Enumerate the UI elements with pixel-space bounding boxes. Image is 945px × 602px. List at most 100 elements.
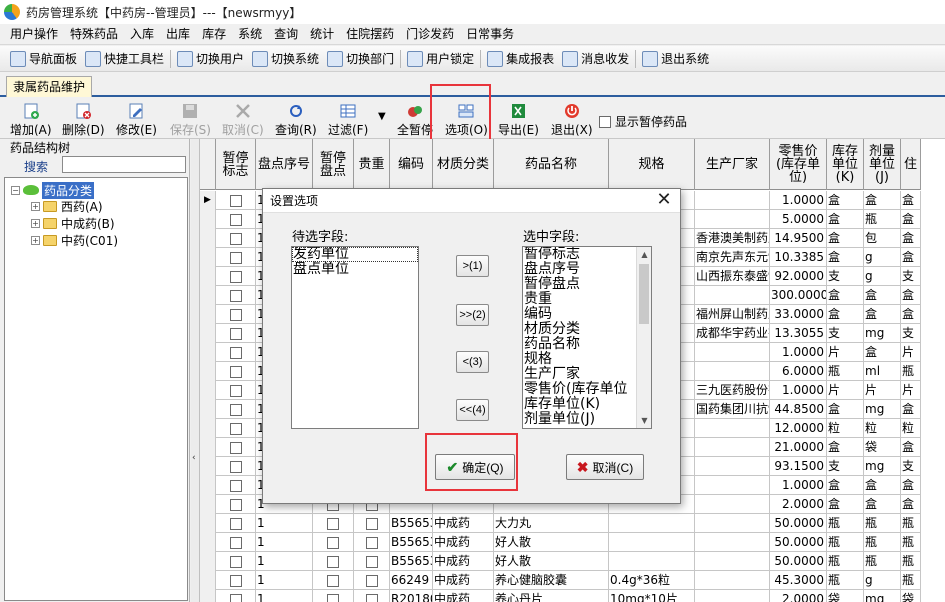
selected-list-scrollbar[interactable]: ▲ ▼ [636,247,651,428]
cell-price[interactable]: 45.3000 [770,571,827,590]
menu-special-drugs[interactable]: 特殊药品 [64,24,124,45]
cell-seq[interactable]: 1 [256,590,313,602]
show-suspended-checkbox[interactable]: 显示暂停药品 [599,113,687,130]
row-indicator[interactable] [200,571,216,590]
cell-z[interactable]: 盒 [901,305,921,324]
cell-price[interactable]: 13.3055 [770,324,827,343]
cell-dose[interactable]: 粒 [864,419,901,438]
cell-seq[interactable]: 1 [256,571,313,590]
cell-price[interactable]: 1.0000 [770,343,827,362]
table-row[interactable]: 1B556535中成药好人散50.0000瓶瓶瓶 [200,533,921,552]
cell-cat[interactable]: 中成药 [433,571,494,590]
column-header[interactable]: 药品名称 [494,139,609,190]
menu-inpatient-dispense[interactable]: 住院摆药 [340,24,400,45]
row-indicator[interactable] [200,210,216,229]
cell-z[interactable]: 盒 [901,400,921,419]
list-item[interactable]: 发药单位 [292,247,418,262]
cell-unit[interactable]: 盒 [827,305,864,324]
suspend-flag-checkbox[interactable] [216,400,256,419]
cell-price[interactable]: 10.3385 [770,248,827,267]
cell-z[interactable]: 瓶 [901,514,921,533]
switch-user-button[interactable]: 切换用户 [173,48,248,70]
suspend-flag-checkbox[interactable] [216,457,256,476]
cell-mfr[interactable] [695,210,770,229]
filter-dropdown-arrow[interactable]: ▼ [378,111,386,122]
cell-z[interactable]: 瓶 [901,362,921,381]
cell-price[interactable]: 33.0000 [770,305,827,324]
cell-mfr[interactable] [695,286,770,305]
valuable-checkbox[interactable] [354,552,390,571]
menu-outpatient-dispense[interactable]: 门诊发药 [400,24,460,45]
cell-seq[interactable]: 1 [256,514,313,533]
column-header[interactable]: 暂停标志 [216,139,256,190]
expand-icon[interactable]: + [31,218,40,228]
menu-stock-out[interactable]: 出库 [160,24,196,45]
cell-name[interactable]: 大力丸 [494,514,609,533]
cell-price[interactable]: 50.0000 [770,514,827,533]
row-indicator[interactable] [200,381,216,400]
cell-dose[interactable]: 瓶 [864,552,901,571]
filter-button[interactable]: 过滤(F) [328,103,368,138]
cell-dose[interactable]: mg [864,324,901,343]
cell-mfr[interactable] [695,476,770,495]
cell-mfr[interactable]: 国药集团川抗制 [695,400,770,419]
drug-category-tree[interactable]: − 药品分类 + 西药(A) + 中成药(B) + 中药(C01) [4,177,188,601]
cell-z[interactable]: 瓶 [901,571,921,590]
list-item[interactable]: 编码 [523,307,637,322]
cell-unit[interactable]: 粒 [827,419,864,438]
cell-price[interactable]: 2.0000 [770,495,827,514]
cell-price[interactable]: 50.0000 [770,533,827,552]
cell-unit[interactable]: 袋 [827,590,864,602]
cell-z[interactable]: 盒 [901,229,921,248]
suspend-inventory-checkbox[interactable] [313,590,354,602]
cell-price[interactable]: 44.8500 [770,400,827,419]
available-fields-list[interactable]: 发药单位 盘点单位 [291,246,419,429]
row-indicator[interactable] [200,552,216,571]
cell-code[interactable]: B556536 [390,552,433,571]
suspend-flag-checkbox[interactable] [216,514,256,533]
cell-mfr[interactable]: 南京先声东元制 [695,248,770,267]
suspend-flag-checkbox[interactable] [216,476,256,495]
row-indicator[interactable] [200,419,216,438]
row-indicator[interactable]: ▶ [200,191,216,210]
menu-system[interactable]: 系统 [232,24,268,45]
user-lock-button[interactable]: 用户锁定 [403,48,478,70]
cell-dose[interactable]: g [864,248,901,267]
list-item[interactable]: 零售价(库存单位 [523,382,637,397]
column-header[interactable]: 贵重 [354,139,390,190]
suspend-flag-checkbox[interactable] [216,590,256,602]
menu-query[interactable]: 查询 [268,24,304,45]
cell-mfr[interactable]: 成都华宇药业有 [695,324,770,343]
cell-price[interactable]: 1.0000 [770,381,827,400]
cell-code[interactable]: B556533 [390,514,433,533]
cell-z[interactable]: 支 [901,324,921,343]
cell-price[interactable]: 1.0000 [770,191,827,210]
cell-dose[interactable]: mg [864,400,901,419]
cell-name[interactable]: 养心健脑胶囊 [494,571,609,590]
cell-mfr[interactable] [695,514,770,533]
cell-unit[interactable]: 瓶 [827,514,864,533]
cell-z[interactable]: 片 [901,343,921,362]
suspend-flag-checkbox[interactable] [216,324,256,343]
column-header[interactable]: 暂停盘点 [313,139,354,190]
suspend-inventory-checkbox[interactable] [313,571,354,590]
table-row[interactable]: 1B556533中成药大力丸50.0000瓶瓶瓶 [200,514,921,533]
cell-unit[interactable]: 瓶 [827,571,864,590]
column-header[interactable]: 住 [901,139,921,190]
row-indicator[interactable] [200,305,216,324]
suspend-inventory-checkbox[interactable] [313,514,354,533]
list-item[interactable]: 暂停盘点 [523,277,637,292]
list-item[interactable]: 药品名称 [523,337,637,352]
list-item[interactable]: 贵重 [523,292,637,307]
row-indicator[interactable] [200,533,216,552]
cell-mfr[interactable] [695,438,770,457]
suspend-flag-checkbox[interactable] [216,248,256,267]
nav-panel-button[interactable]: 导航面板 [6,48,81,70]
cell-dose[interactable]: 盒 [864,305,901,324]
cell-unit[interactable]: 片 [827,343,864,362]
cell-dose[interactable]: 包 [864,229,901,248]
cell-spec[interactable]: 0.4g*36粒 [609,571,695,590]
collapse-icon[interactable]: − [11,185,20,195]
delete-button[interactable]: 删除(D) [62,103,105,138]
cell-mfr[interactable] [695,457,770,476]
